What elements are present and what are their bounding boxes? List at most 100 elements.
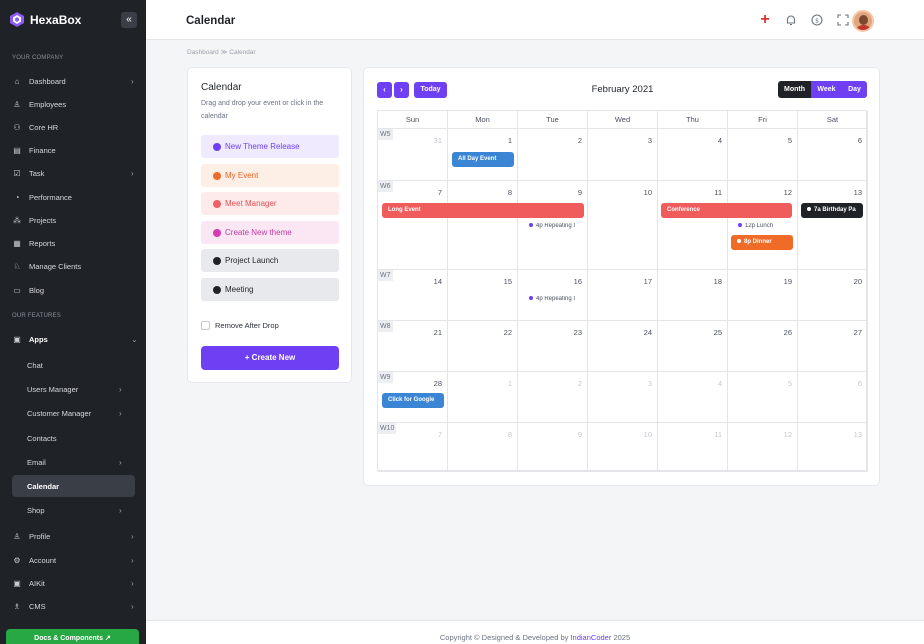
sidebar-subitem-users-manager[interactable]: Users Manager › xyxy=(0,380,146,398)
day-cell[interactable]: 31 W5 xyxy=(378,129,448,181)
day-number[interactable]: 31 xyxy=(434,136,442,145)
week-number[interactable]: W9 xyxy=(378,372,393,383)
event-dinner[interactable]: 8p Dinner xyxy=(731,235,793,250)
day-number[interactable]: 23 xyxy=(574,328,582,337)
brand[interactable]: HexaBox xyxy=(10,12,81,27)
day-number[interactable]: 6 xyxy=(858,136,862,145)
day-number[interactable]: 8 xyxy=(508,188,512,197)
day-number[interactable]: 12 xyxy=(784,188,792,197)
draggable-event[interactable]: Project Launch xyxy=(201,249,339,272)
day-number[interactable]: 8 xyxy=(508,430,512,439)
day-cell[interactable]: 11 xyxy=(658,423,728,472)
day-cell[interactable]: 10 xyxy=(588,181,658,270)
sidebar-item-aikit[interactable]: ▣ AIKit › xyxy=(0,574,146,592)
draggable-event[interactable]: Meet Manager xyxy=(201,192,339,215)
day-number[interactable]: 3 xyxy=(648,379,652,388)
day-cell[interactable]: 13 xyxy=(798,423,868,472)
draggable-event[interactable]: New Theme Release xyxy=(201,135,339,158)
day-number[interactable]: 7 xyxy=(438,430,442,439)
day-number[interactable]: 4 xyxy=(718,379,722,388)
day-cell[interactable]: 24 xyxy=(588,321,658,372)
day-number[interactable]: 26 xyxy=(784,328,792,337)
sidebar-item-finance[interactable]: ▤ Finance xyxy=(0,141,146,159)
day-number[interactable]: 21 xyxy=(434,328,442,337)
day-number[interactable]: 1 xyxy=(508,136,512,145)
day-number[interactable]: 2 xyxy=(578,379,582,388)
day-number[interactable]: 17 xyxy=(644,277,652,286)
day-number[interactable]: 10 xyxy=(644,188,652,197)
day-number[interactable]: 14 xyxy=(434,277,442,286)
user-avatar[interactable] xyxy=(852,10,874,32)
day-number[interactable]: 6 xyxy=(858,379,862,388)
draggable-event[interactable]: Meeting xyxy=(201,278,339,301)
day-cell[interactable]: 7 W6 xyxy=(378,181,448,270)
day-cell[interactable]: 9 xyxy=(518,423,588,472)
currency-icon[interactable]: $ xyxy=(810,13,824,27)
day-number[interactable]: 2 xyxy=(578,136,582,145)
day-number[interactable]: 11 xyxy=(714,430,722,439)
sidebar-item-task[interactable]: ☑ Task › xyxy=(0,164,146,182)
view-day-button[interactable]: Day xyxy=(842,81,867,98)
draggable-event[interactable]: My Event xyxy=(201,164,339,187)
sidebar-item-apps[interactable]: ▣ Apps ⌄ xyxy=(0,330,146,348)
day-number[interactable]: 1 xyxy=(508,379,512,388)
sidebar-item-profile[interactable]: ♙ Profile › xyxy=(0,527,146,545)
week-number[interactable]: W5 xyxy=(378,129,393,140)
day-number[interactable]: 9 xyxy=(578,188,582,197)
day-cell[interactable]: 27 xyxy=(798,321,868,372)
event-repeating[interactable]: 4p Repeating I xyxy=(529,296,581,302)
add-icon[interactable]: + xyxy=(758,12,772,28)
day-cell[interactable]: 5 xyxy=(728,372,798,423)
day-cell[interactable]: 12 xyxy=(728,423,798,472)
day-cell[interactable]: 6 xyxy=(798,372,868,423)
day-number[interactable]: 13 xyxy=(854,188,862,197)
day-number[interactable]: 11 xyxy=(714,188,722,197)
view-week-button[interactable]: Week xyxy=(811,81,842,98)
day-cell[interactable]: 4 xyxy=(658,129,728,181)
day-cell[interactable]: 22 xyxy=(448,321,518,372)
day-number[interactable]: 16 xyxy=(574,277,582,286)
day-number[interactable]: 28 xyxy=(434,379,442,388)
day-cell[interactable]: 18 xyxy=(658,270,728,321)
day-cell[interactable]: 13 xyxy=(798,181,868,270)
day-number[interactable]: 27 xyxy=(854,328,862,337)
sidebar-item-dashboard[interactable]: ⌂ Dashboard › xyxy=(0,72,146,90)
day-cell[interactable]: 11 xyxy=(658,181,728,270)
day-cell[interactable]: 15 xyxy=(448,270,518,321)
sidebar-item-blog[interactable]: ▭ Blog xyxy=(0,281,146,299)
footer-author-link[interactable]: IndianCoder xyxy=(570,633,611,642)
day-cell[interactable]: 5 xyxy=(728,129,798,181)
day-cell[interactable]: 21 W8 xyxy=(378,321,448,372)
day-cell[interactable]: 2 xyxy=(518,129,588,181)
fullscreen-icon[interactable] xyxy=(836,13,850,27)
sidebar-item-account[interactable]: ⚙ Account › xyxy=(0,551,146,569)
view-month-button[interactable]: Month xyxy=(778,81,811,98)
day-number[interactable]: 10 xyxy=(644,430,652,439)
sidebar-subitem-contacts[interactable]: Contacts xyxy=(0,429,146,447)
day-cell[interactable]: 3 xyxy=(588,372,658,423)
day-number[interactable]: 3 xyxy=(648,136,652,145)
sidebar-subitem-chat[interactable]: Chat xyxy=(0,356,146,374)
draggable-event[interactable]: Create New theme xyxy=(201,221,339,244)
day-number[interactable]: 7 xyxy=(438,188,442,197)
day-cell[interactable]: 10 xyxy=(588,423,658,472)
bell-icon[interactable] xyxy=(784,13,798,27)
event-conference[interactable]: Conference xyxy=(661,203,792,218)
day-cell[interactable]: 3 xyxy=(588,129,658,181)
day-cell[interactable]: 26 xyxy=(728,321,798,372)
day-cell[interactable]: 20 xyxy=(798,270,868,321)
day-cell[interactable]: 19 xyxy=(728,270,798,321)
week-number[interactable]: W10 xyxy=(378,423,397,434)
event-long-event[interactable]: Long Event xyxy=(382,203,584,218)
day-cell[interactable]: 6 xyxy=(798,129,868,181)
event-birthday[interactable]: 7a Birthday Pa xyxy=(801,203,863,218)
event-repeating[interactable]: 4p Repeating I xyxy=(529,223,581,229)
sidebar-item-projects[interactable]: ⁂ Projects xyxy=(0,211,146,229)
day-number[interactable]: 5 xyxy=(788,136,792,145)
day-cell[interactable]: 14 W7 xyxy=(378,270,448,321)
day-cell[interactable]: 8 xyxy=(448,181,518,270)
event-click-for-google[interactable]: Click for Google xyxy=(382,393,444,408)
collapse-sidebar-button[interactable]: « xyxy=(121,12,137,28)
week-number[interactable]: W6 xyxy=(378,181,393,192)
sidebar-subitem-shop[interactable]: Shop › xyxy=(0,501,146,519)
